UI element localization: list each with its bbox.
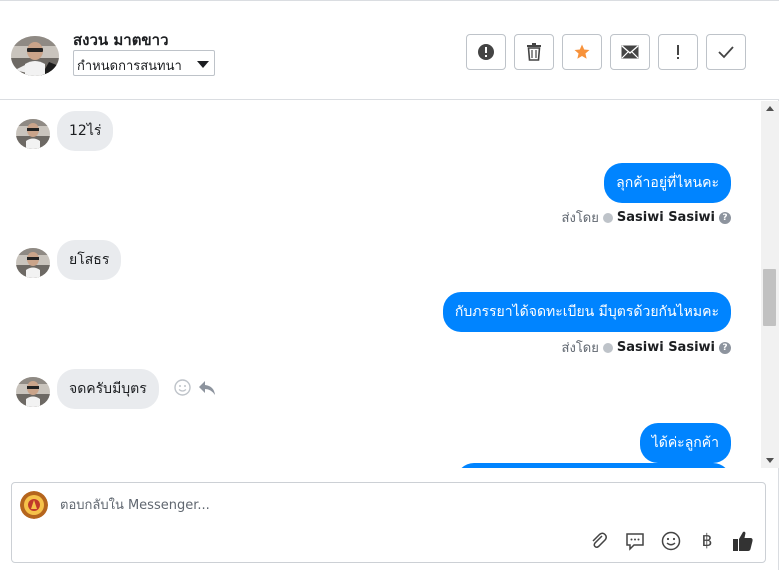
- alert-circle-icon: [478, 44, 494, 60]
- incoming-message[interactable]: ยโสธร: [57, 240, 122, 280]
- mark-done-button[interactable]: [706, 34, 746, 70]
- scroll-thumb[interactable]: [763, 269, 776, 326]
- sender-name[interactable]: Sasiwi Sasiwi: [617, 210, 715, 225]
- trash-icon: [527, 43, 541, 61]
- sent-by-info: ส่งโดย Sasiwi Sasiwi ?: [562, 207, 731, 228]
- contact-name: สงวน มาตขาว: [73, 31, 169, 49]
- contact-avatar-small: [16, 377, 50, 407]
- conversation-settings-label: กำหนดการสนทนา: [77, 59, 182, 74]
- envelope-icon: [621, 45, 639, 59]
- sent-by-label: ส่งโดย: [561, 211, 599, 226]
- follow-up-button[interactable]: [658, 34, 698, 70]
- reply-composer: ฿: [11, 482, 766, 563]
- exclamation-icon: [677, 45, 679, 59]
- mark-unread-button[interactable]: [610, 34, 650, 70]
- reply-input[interactable]: [60, 495, 580, 515]
- baht-icon[interactable]: ฿: [695, 529, 719, 553]
- outgoing-message[interactable]: ลุกค้าอยู่ที่ไหนคะ: [604, 163, 731, 203]
- scroll-up-arrow-icon[interactable]: [766, 106, 774, 111]
- reply-icon[interactable]: [198, 380, 216, 400]
- help-icon[interactable]: ?: [719, 211, 731, 224]
- conversation-settings-dropdown[interactable]: กำหนดการสนทนา: [73, 50, 215, 76]
- contact-avatar-small: [16, 248, 50, 278]
- conversation-header: สงวน มาตขาว กำหนดการสนทนา: [0, 0, 779, 100]
- sender-status-icon: [602, 212, 613, 223]
- sender-status-icon: [602, 342, 613, 353]
- sent-by-info: ส่งโดย Sasiwi Sasiwi ?: [562, 337, 731, 358]
- contact-avatar-small: [16, 119, 50, 149]
- messenger-panel: สงวน มาตขาว กำหนดการสนทนา 12ไร่ ลุกค้าอย…: [0, 0, 779, 570]
- caret-down-icon: [197, 61, 209, 68]
- paperclip-icon[interactable]: [587, 529, 611, 553]
- emoji-icon[interactable]: [659, 529, 683, 553]
- help-icon[interactable]: ?: [719, 341, 731, 354]
- outgoing-message[interactable]: ได้ค่ะลูกค้า: [639, 423, 731, 463]
- scroll-down-arrow-icon[interactable]: [766, 458, 774, 463]
- sender-name[interactable]: Sasiwi Sasiwi: [617, 340, 715, 355]
- sent-by-label: ส่งโดย: [561, 341, 599, 356]
- message-thread[interactable]: 12ไร่ ลุกค้าอยู่ที่ไหนคะ ส่งโดย Sasiwi S…: [0, 101, 761, 468]
- outgoing-message-partial: [456, 463, 731, 468]
- thumbs-up-icon[interactable]: [731, 529, 755, 553]
- check-icon: [718, 46, 734, 59]
- baht-symbol: ฿: [701, 531, 713, 551]
- thread-scrollbar[interactable]: [761, 101, 779, 468]
- incoming-message[interactable]: จดครับมีบุตร: [57, 369, 159, 409]
- react-emoji-icon[interactable]: [174, 379, 191, 400]
- page-avatar: [20, 491, 48, 519]
- delete-button[interactable]: [514, 34, 554, 70]
- saved-reply-icon[interactable]: [623, 529, 647, 553]
- contact-avatar[interactable]: [11, 36, 59, 76]
- star-button[interactable]: [562, 34, 602, 70]
- incoming-message[interactable]: 12ไร่: [57, 111, 114, 151]
- outgoing-message[interactable]: กับภรรยาได้จดทะเบียน มีบุตรด้วยกันไหมคะ: [442, 292, 731, 332]
- star-icon: [574, 44, 590, 59]
- report-spam-button[interactable]: [466, 34, 506, 70]
